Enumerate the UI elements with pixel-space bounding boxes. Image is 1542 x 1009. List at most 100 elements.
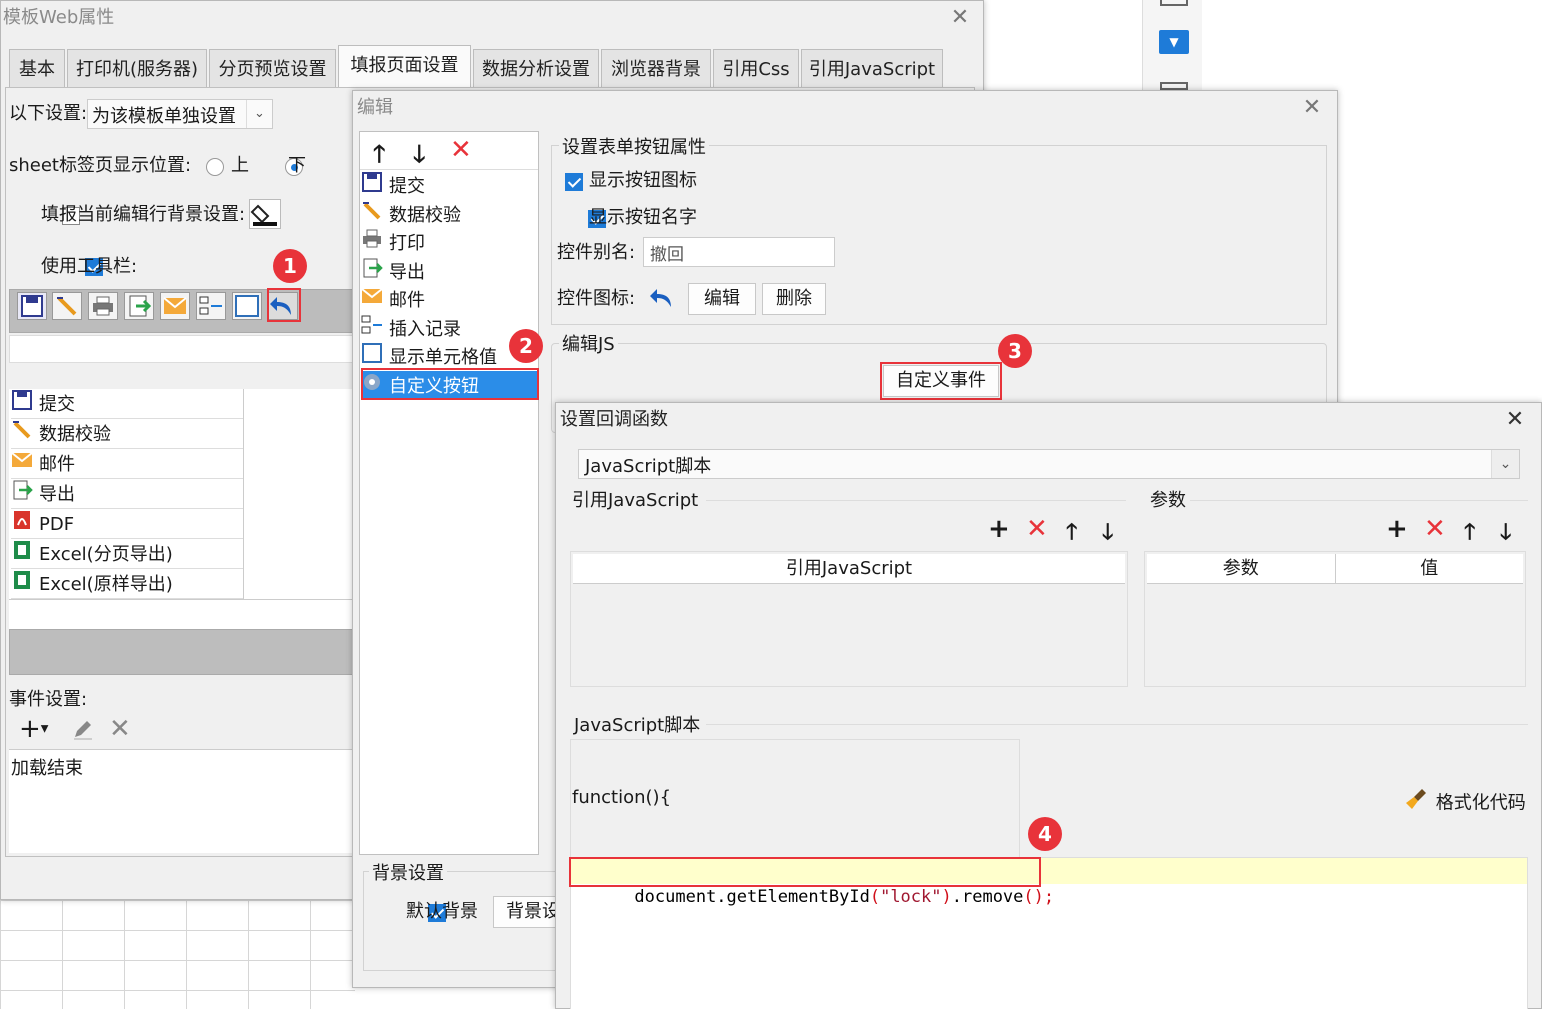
button-type-list-item[interactable]: 打印 <box>361 228 537 257</box>
close-icon[interactable]: ✕ <box>1299 95 1325 121</box>
settings-label: 以下设置: <box>9 103 88 124</box>
add-ref-js-icon[interactable]: + <box>988 515 1010 543</box>
save-icon <box>11 389 33 421</box>
edit-icon-button[interactable]: 编辑 <box>688 283 756 315</box>
toolbar-insert-record-icon[interactable] <box>196 292 226 320</box>
add-event-icon[interactable]: +▼ <box>19 715 49 744</box>
delete-event-icon[interactable]: ✕ <box>109 715 131 743</box>
event-item-load-end[interactable]: 加载结束 <box>9 750 354 784</box>
delete-icon-button[interactable]: 删除 <box>762 283 826 315</box>
edit-event-icon[interactable] <box>71 717 95 746</box>
button-list-col1-item[interactable]: Excel(分页导出) <box>11 539 243 569</box>
default-bg-label: 默认背景 <box>406 901 478 922</box>
button-type-list-item[interactable]: 导出 <box>361 257 537 286</box>
tab-browser-background[interactable]: 浏览器背景 <box>601 49 711 87</box>
button-list-col1-item[interactable]: 提交 <box>11 389 243 419</box>
chevron-down-icon: ⌄ <box>1491 450 1519 478</box>
highlight-box-4 <box>569 857 1041 887</box>
move-down-ref-js-icon[interactable]: 🡓 <box>1102 515 1113 553</box>
ref-js-column-header[interactable]: 引用JavaScript <box>573 554 1125 584</box>
step-marker-1: 1 <box>273 249 307 283</box>
script-type-select[interactable]: JavaScript脚本 ⌄ <box>578 449 1520 479</box>
remove-ref-js-icon[interactable]: ✕ <box>1026 515 1048 543</box>
button-list-col1-item[interactable]: Excel(原样导出) <box>11 569 243 599</box>
move-down-param-icon[interactable]: 🡓 <box>1500 515 1511 553</box>
param-column-header[interactable]: 参数 <box>1147 554 1336 583</box>
highlight-box-3 <box>880 362 1002 400</box>
ribbon-dropdown-icon[interactable]: ▼ <box>1159 30 1189 54</box>
tab-ref-css[interactable]: 引用Css <box>713 49 799 87</box>
icon-label: 控件图标: <box>557 288 636 309</box>
button-type-list-label: 打印 <box>389 232 425 254</box>
code-token: document.getElementById <box>634 887 870 907</box>
format-code-button[interactable]: 格式化代码 <box>1404 787 1526 815</box>
move-up-param-icon[interactable]: 🡑 <box>1464 515 1475 553</box>
highlight-box-1 <box>267 288 301 322</box>
button-list-col1-item[interactable]: 邮件 <box>11 449 243 479</box>
radio-bottom-label: 下 <box>288 155 306 176</box>
ribbon-top-icon[interactable] <box>1160 0 1188 6</box>
value-column-header[interactable]: 值 <box>1336 554 1524 583</box>
tab-page-preview[interactable]: 分页预览设置 <box>209 49 336 87</box>
toolbar-validate-icon[interactable] <box>52 292 82 320</box>
remove-icon[interactable]: ✕ <box>450 135 472 165</box>
event-settings-label: 事件设置: <box>9 689 88 710</box>
toolbar-show-cell-icon[interactable] <box>232 292 262 320</box>
tab-ref-javascript[interactable]: 引用JavaScript <box>801 49 943 87</box>
tab-printer-server[interactable]: 打印机(服务器) <box>67 49 207 87</box>
alias-input[interactable] <box>643 237 835 267</box>
tab-fill-page[interactable]: 填报页面设置 <box>338 45 471 87</box>
toolbar-email-icon[interactable] <box>160 292 190 320</box>
button-list-col1-item[interactable]: PDF <box>11 509 243 539</box>
event-list: 加载结束 <box>9 749 354 853</box>
button-list-col1-item[interactable]: 导出 <box>11 479 243 509</box>
code-token: .remove <box>951 887 1024 907</box>
close-icon[interactable]: ✕ <box>947 5 973 31</box>
button-type-list-item[interactable]: 提交 <box>361 171 537 200</box>
insert-record-icon <box>361 314 383 346</box>
ref-js-divider <box>706 500 1126 501</box>
format-code-label: 格式化代码 <box>1435 792 1526 814</box>
button-list-footer <box>9 599 354 629</box>
broom-icon <box>1404 787 1430 820</box>
radio-top[interactable] <box>206 158 224 176</box>
button-type-list-label: 导出 <box>389 261 425 283</box>
validate-icon <box>361 200 383 232</box>
button-list-col1-label: Excel(分页导出) <box>39 544 173 565</box>
row-bg-label: 填报当前编辑行背景设置: <box>41 204 246 225</box>
close-icon[interactable]: ✕ <box>1502 407 1528 433</box>
spreadsheet-grid <box>0 900 355 1009</box>
paint-bucket-icon[interactable] <box>249 199 281 229</box>
email-icon <box>11 449 33 481</box>
radio-top-label: 上 <box>231 155 249 176</box>
js-script-label: JavaScript脚本 <box>574 715 701 736</box>
show-icon-checkbox[interactable] <box>565 173 583 191</box>
sheet-position-label: sheet标签页显示位置: <box>9 155 192 176</box>
button-list-col1-item[interactable]: 数据校验 <box>11 419 243 449</box>
print-icon <box>361 228 383 260</box>
tab-basic[interactable]: 基本 <box>9 49 65 87</box>
toolbar-export-icon[interactable] <box>124 292 154 320</box>
settings-select[interactable]: 为该模板单独设置 ⌄ <box>87 99 273 129</box>
button-type-list-label: 提交 <box>389 175 425 197</box>
button-type-list-item[interactable]: 数据校验 <box>361 200 537 229</box>
remove-param-icon[interactable]: ✕ <box>1424 515 1446 543</box>
export-icon <box>361 257 383 289</box>
chevron-down-icon: ⌄ <box>246 100 272 128</box>
ribbon-bottom-icon[interactable] <box>1160 82 1188 90</box>
alias-label: 控件别名: <box>557 242 636 263</box>
button-list-col1-label: Excel(原样导出) <box>39 574 173 595</box>
step-marker-4: 4 <box>1028 817 1062 851</box>
toolbar-print-icon[interactable] <box>88 292 118 320</box>
move-up-ref-js-icon[interactable]: 🡑 <box>1066 515 1077 553</box>
button-type-list-item[interactable]: 邮件 <box>361 285 537 314</box>
js-script-divider <box>706 724 1528 725</box>
props-group-label: 设置表单按钮属性 <box>559 133 709 159</box>
callback-function-window: 设置回调函数 ✕ JavaScript脚本 ⌄ 引用JavaScript + ✕… <box>555 402 1542 1009</box>
toolbar-save-icon[interactable] <box>17 292 47 320</box>
button-type-list-label: 插入记录 <box>389 318 461 340</box>
tab-data-analysis[interactable]: 数据分析设置 <box>473 49 599 87</box>
add-param-icon[interactable]: + <box>1386 515 1408 543</box>
validate-icon <box>11 419 33 451</box>
bg-group-label: 背景设置 <box>369 859 447 885</box>
